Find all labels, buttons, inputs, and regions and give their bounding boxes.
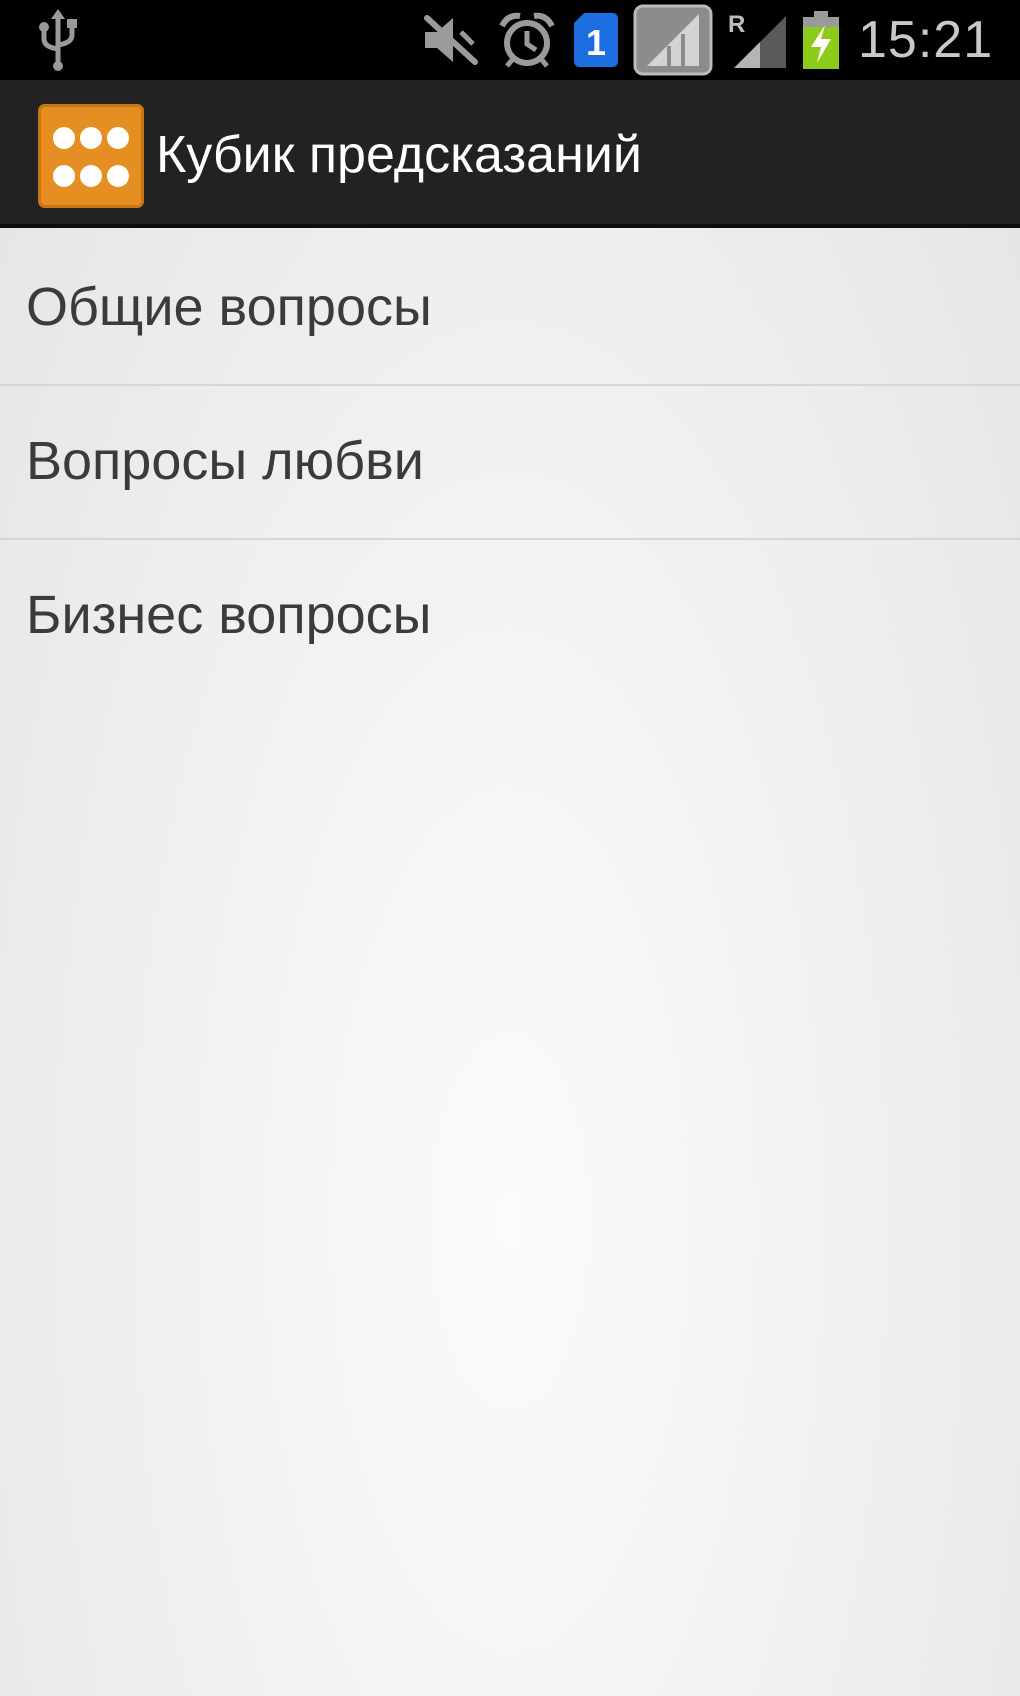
- list-item-label: Вопросы любви: [26, 431, 424, 491]
- list-item-love-questions[interactable]: Вопросы любви: [0, 386, 1020, 540]
- app-title: Кубик предсказаний: [156, 126, 642, 184]
- dice-icon[interactable]: [38, 104, 144, 208]
- status-time: 15:21: [858, 11, 994, 69]
- signal-icon: [632, 0, 714, 80]
- signal-roaming-icon: R: [722, 0, 792, 80]
- category-list: Общие вопросы Вопросы любви Бизнес вопро…: [0, 232, 1020, 694]
- sim-1-icon: 1: [570, 0, 622, 80]
- svg-text:R: R: [728, 11, 745, 38]
- mute-icon: [420, 0, 480, 80]
- list-item-label: Бизнес вопросы: [26, 585, 432, 645]
- alarm-icon: [495, 0, 559, 80]
- action-bar: Кубик предсказаний: [0, 80, 1020, 228]
- status-bar: 1 R 15:21: [0, 0, 1020, 80]
- list-item-label: Общие вопросы: [26, 277, 432, 337]
- list-item-general-questions[interactable]: Общие вопросы: [0, 232, 1020, 386]
- svg-text:1: 1: [586, 22, 606, 63]
- battery-charging-icon: [798, 0, 844, 80]
- usb-icon: [30, 0, 86, 80]
- list-item-business-questions[interactable]: Бизнес вопросы: [0, 540, 1020, 694]
